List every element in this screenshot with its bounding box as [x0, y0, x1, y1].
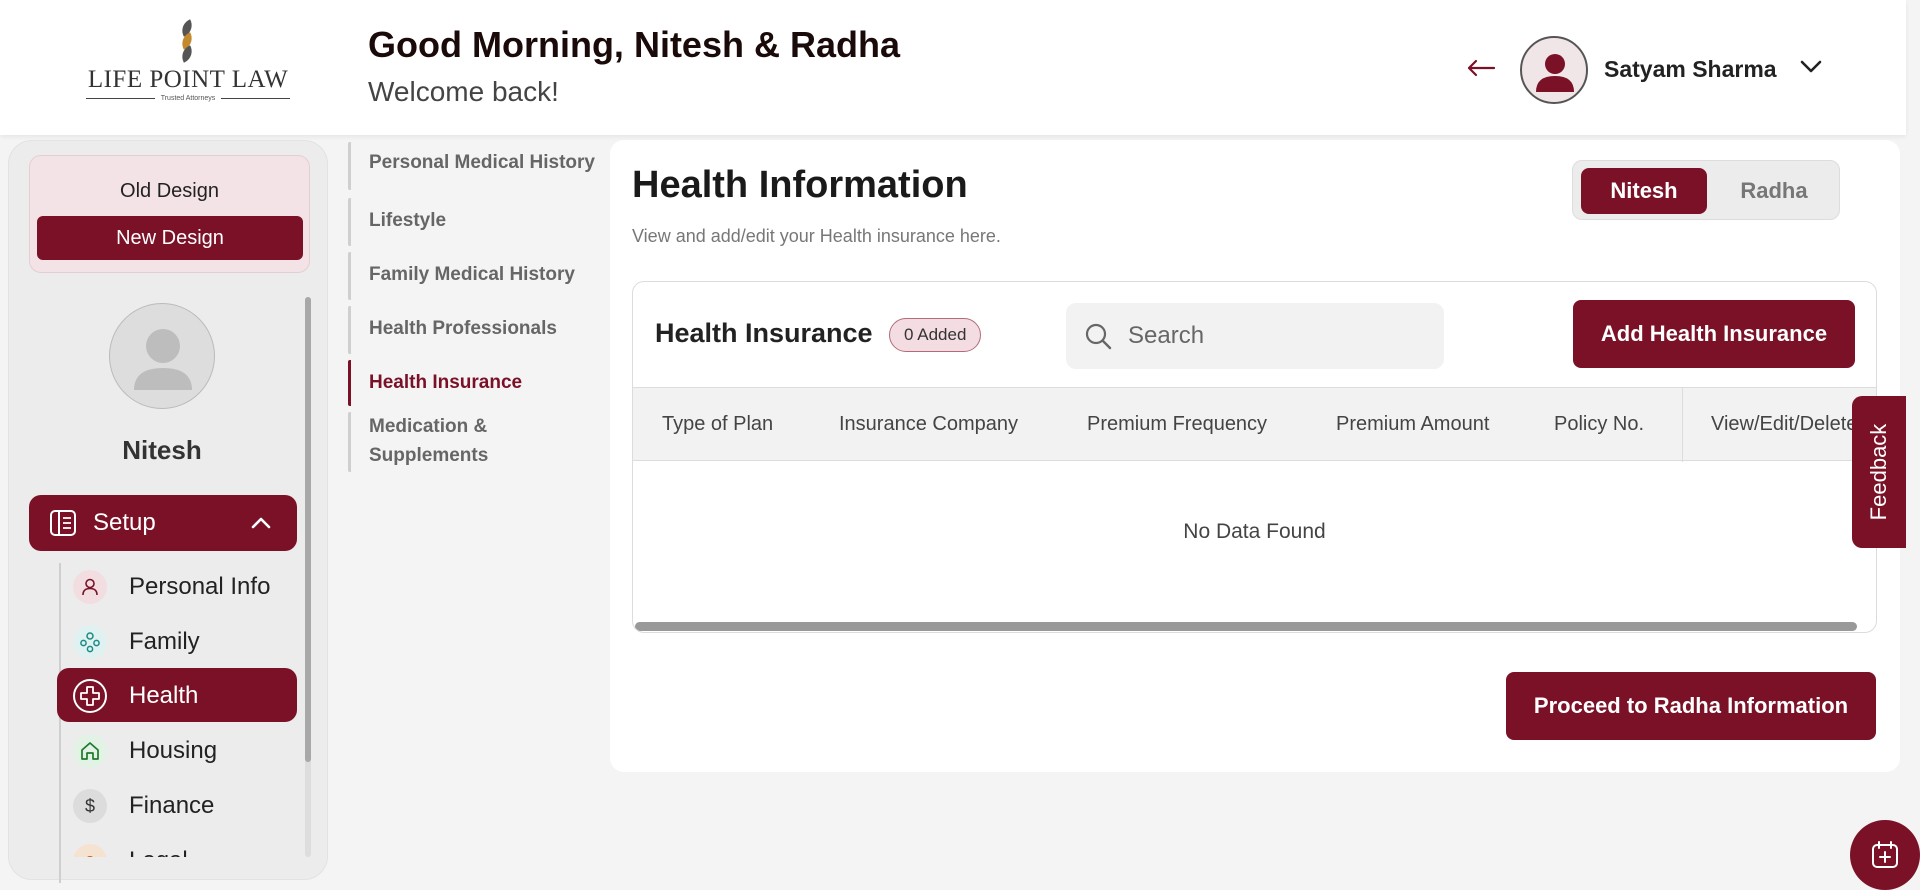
sidebar-item-family[interactable]: Family: [57, 614, 297, 668]
table-horizontal-scrollbar[interactable]: [635, 622, 1857, 631]
table-title: Health Insurance: [655, 318, 873, 348]
search-input[interactable]: [1128, 303, 1428, 369]
book-icon: [50, 510, 76, 536]
svg-text:$: $: [85, 796, 95, 816]
column-header: Premium Amount: [1336, 413, 1490, 435]
column-header: Type of Plan: [662, 413, 774, 435]
setup-label: Setup: [93, 509, 156, 536]
design-switcher: Old Design New Design: [29, 155, 310, 273]
sidebar-item-personal-info[interactable]: Personal Info: [57, 559, 297, 613]
chevron-up-icon: [251, 517, 271, 529]
back-arrow-icon[interactable]: [1466, 58, 1496, 78]
setup-menu-button[interactable]: Setup: [29, 495, 297, 551]
toggle-nitesh[interactable]: Nitesh: [1581, 168, 1707, 214]
subnav-medication-supplements[interactable]: Medication & Supplements: [348, 412, 568, 472]
sidebar-item-label: Family: [129, 628, 200, 655]
left-sidebar: Old Design New Design Nitesh Setup Perso…: [8, 140, 328, 883]
chevron-down-icon[interactable]: [1800, 60, 1822, 74]
subnav-personal-medical-history[interactable]: Personal Medical History: [348, 142, 608, 190]
added-count-badge: 0 Added: [889, 318, 982, 352]
welcome-text: Welcome back!: [368, 76, 559, 107]
health-insurance-table-card: Health Insurance 0 Added Add Health Insu…: [632, 281, 1877, 633]
column-header: Premium Frequency: [1087, 413, 1268, 435]
user-avatar[interactable]: [1520, 36, 1588, 104]
feedback-tab[interactable]: Feedback: [1852, 396, 1906, 548]
sidebar-item-label: Finance: [129, 792, 215, 819]
search-icon: [1085, 323, 1112, 350]
logo-mark-icon: [176, 19, 200, 66]
column-header: Policy No.: [1554, 413, 1645, 435]
sidebar-scrollbar-thumb[interactable]: [305, 297, 311, 762]
column-divider: [1682, 388, 1683, 462]
subnav-health-insurance[interactable]: Health Insurance: [348, 360, 608, 406]
toggle-radha[interactable]: Radha: [1715, 168, 1833, 214]
old-design-button[interactable]: Old Design: [30, 180, 309, 203]
sidebar-item-finance[interactable]: $ Finance: [57, 778, 297, 832]
home-icon: [73, 734, 107, 768]
column-header: Insurance Company: [839, 413, 1018, 435]
page-title: Health Information: [632, 164, 968, 206]
sidebar-item-label: Housing: [129, 737, 218, 764]
subnav-family-medical-history[interactable]: Family Medical History: [348, 252, 608, 300]
logo-text: LIFE POINT LAW: [87, 66, 289, 93]
calendar-add-icon: [1872, 841, 1898, 868]
add-health-insurance-button[interactable]: Add Health Insurance: [1573, 300, 1855, 368]
profile-name: Nitesh: [122, 435, 202, 465]
person-placeholder-icon: [134, 329, 192, 390]
sidebar-item-legal[interactable]: Legal: [57, 833, 297, 857]
family-icon: [73, 625, 107, 659]
new-design-button[interactable]: New Design: [37, 216, 303, 260]
column-header: View/Edit/Delete: [1711, 413, 1858, 435]
sidebar-item-label: Health: [129, 682, 199, 709]
health-icon: [73, 679, 107, 713]
greeting-title: Good Morning, Nitesh & Radha: [368, 24, 900, 65]
sidebar-clip: Legal: [57, 831, 297, 857]
empty-state-text: No Data Found: [1183, 520, 1326, 543]
legal-icon: [73, 844, 107, 857]
sidebar-item-housing[interactable]: Housing: [57, 723, 297, 777]
main-content-card: Health Information View and add/edit you…: [610, 140, 1900, 772]
table-header: Type of Plan Insurance Company Premium F…: [633, 387, 1876, 462]
person-toggle: Nitesh Radha: [1572, 160, 1840, 220]
subnav-lifestyle[interactable]: Lifestyle: [348, 198, 608, 246]
company-logo[interactable]: LIFE POINT LAW Trusted Attorneys: [86, 19, 290, 110]
sidebar-item-label: Legal: [129, 847, 188, 857]
floating-action-button[interactable]: [1850, 820, 1920, 890]
sidebar-item-health[interactable]: Health: [57, 668, 297, 722]
sidebar-item-label: Personal Info: [129, 573, 271, 600]
dollar-icon: $: [73, 789, 107, 823]
subnav-health-professionals[interactable]: Health Professionals: [348, 306, 608, 354]
search-box[interactable]: [1066, 303, 1444, 369]
person-icon: [73, 570, 107, 604]
page-subtitle: View and add/edit your Health insurance …: [632, 226, 1001, 246]
user-name[interactable]: Satyam Sharma: [1604, 56, 1777, 83]
user-avatar-icon: [1536, 54, 1574, 92]
logo-tagline: Trusted Attorneys: [86, 95, 290, 102]
profile-avatar: [109, 303, 215, 409]
proceed-button[interactable]: Proceed to Radha Information: [1506, 672, 1876, 740]
top-header: LIFE POINT LAW Trusted Attorneys Good Mo…: [0, 0, 1906, 135]
feedback-label: Feedback: [1866, 423, 1891, 521]
